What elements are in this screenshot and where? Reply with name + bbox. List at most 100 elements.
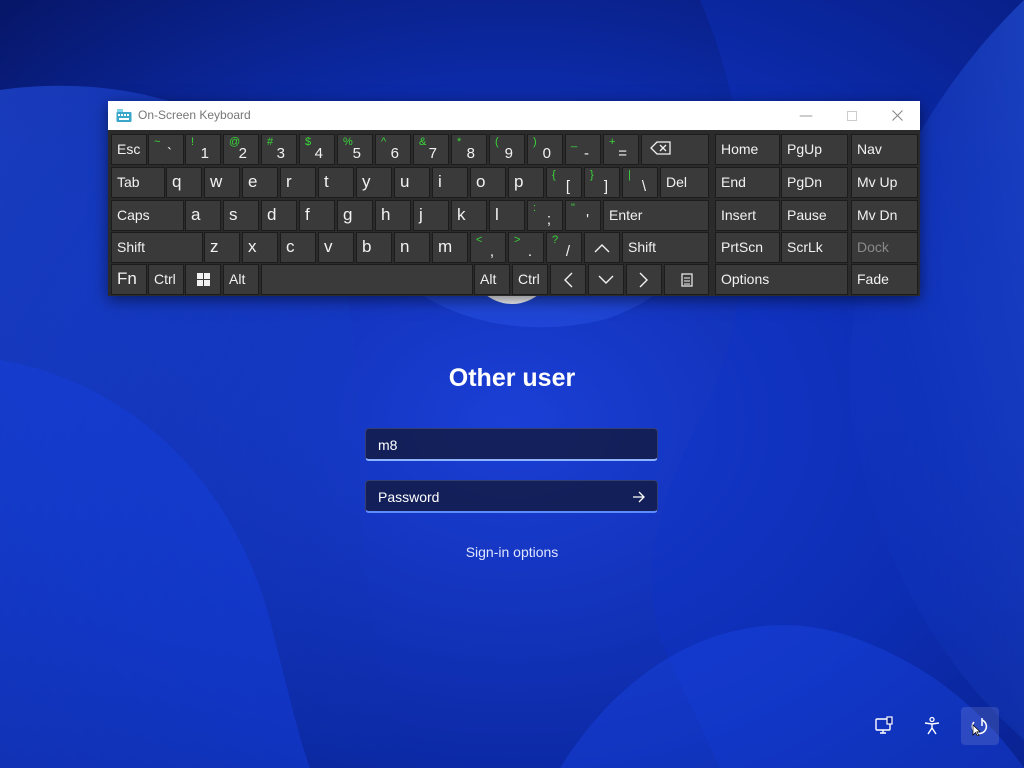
key-f[interactable]: f: [299, 200, 335, 231]
key-windows[interactable]: [185, 264, 221, 295]
key-slash[interactable]: ? /: [546, 232, 582, 263]
key-shift-symbol: ?: [552, 234, 559, 246]
key-o[interactable]: o: [470, 167, 506, 198]
key-6[interactable]: ^ 6: [375, 134, 411, 165]
key-8[interactable]: * 8: [451, 134, 487, 165]
key-z[interactable]: z: [204, 232, 240, 263]
key-arrow-up[interactable]: [584, 232, 620, 263]
key-arrow-left[interactable]: [550, 264, 586, 295]
accessibility-icon[interactable]: [913, 707, 951, 745]
network-icon[interactable]: [865, 707, 903, 745]
maximize-button[interactable]: [829, 101, 875, 130]
key-mvup[interactable]: Mv Up: [851, 167, 918, 198]
key-c[interactable]: c: [280, 232, 316, 263]
key-del[interactable]: Del: [660, 167, 709, 198]
key-end[interactable]: End: [715, 167, 780, 198]
minimize-button[interactable]: —: [783, 101, 829, 130]
key-label: Del: [666, 174, 688, 190]
key-prtscn[interactable]: PrtScn: [715, 232, 780, 263]
key-shift-symbol: <: [476, 234, 483, 246]
signin-options-link[interactable]: Sign-in options: [0, 544, 1024, 560]
password-field[interactable]: Password: [365, 480, 658, 513]
key-e[interactable]: e: [242, 167, 278, 198]
key-7[interactable]: & 7: [413, 134, 449, 165]
close-button[interactable]: [874, 101, 920, 130]
power-icon[interactable]: [961, 707, 999, 745]
key-backslash[interactable]: | \: [622, 167, 658, 198]
key-options[interactable]: Options: [715, 264, 848, 295]
key-x[interactable]: x: [242, 232, 278, 263]
key-pgup[interactable]: PgUp: [781, 134, 848, 165]
key-9[interactable]: (9: [489, 134, 525, 165]
key-t[interactable]: t: [318, 167, 354, 198]
key-rbracket[interactable]: }]: [584, 167, 620, 198]
key-shift-left[interactable]: Shift: [111, 232, 203, 263]
key-label: y: [362, 172, 371, 191]
context-menu-icon: [665, 265, 708, 294]
key-l[interactable]: l: [489, 200, 525, 231]
key-0[interactable]: ) 0: [527, 134, 563, 165]
key-2[interactable]: @2: [223, 134, 259, 165]
key-fn[interactable]: Fn: [111, 264, 147, 295]
key-label: PrtScn: [721, 239, 764, 255]
key-b[interactable]: b: [356, 232, 392, 263]
key-scrlk[interactable]: ScrLk: [781, 232, 848, 263]
key-fade[interactable]: Fade: [851, 264, 918, 295]
key-alt-left[interactable]: Alt: [223, 264, 259, 295]
key-i[interactable]: i: [432, 167, 468, 198]
key-caps[interactable]: Caps: [111, 200, 184, 231]
key-d[interactable]: d: [261, 200, 297, 231]
key-context-menu[interactable]: [664, 264, 709, 295]
key-semicolon[interactable]: :;: [527, 200, 563, 231]
key-3[interactable]: #3: [261, 134, 297, 165]
key-period[interactable]: >.: [508, 232, 544, 263]
key-insert[interactable]: Insert: [715, 200, 780, 231]
key-minus[interactable]: _ -: [565, 134, 601, 165]
key-y[interactable]: y: [356, 167, 392, 198]
key-pause[interactable]: Pause: [781, 200, 848, 231]
key-alt-right[interactable]: Alt: [474, 264, 510, 295]
key-label: r: [286, 172, 292, 191]
key-label: l: [495, 205, 499, 224]
key-equals[interactable]: + =: [603, 134, 639, 165]
key-backspace[interactable]: [641, 134, 709, 165]
key-quote[interactable]: " ': [565, 200, 601, 231]
key-w[interactable]: w: [204, 167, 240, 198]
key-1[interactable]: ! 1: [185, 134, 221, 165]
key-backtick[interactable]: ~ `: [148, 134, 184, 165]
key-esc[interactable]: Esc: [111, 134, 147, 165]
key-4[interactable]: $4: [299, 134, 335, 165]
key-comma[interactable]: <,: [470, 232, 506, 263]
key-q[interactable]: q: [166, 167, 202, 198]
key-arrow-right[interactable]: [626, 264, 662, 295]
key-arrow-down[interactable]: [588, 264, 624, 295]
key-home[interactable]: Home: [715, 134, 780, 165]
key-n[interactable]: n: [394, 232, 430, 263]
key-j[interactable]: j: [413, 200, 449, 231]
submit-arrow-icon[interactable]: [629, 487, 649, 507]
key-lbracket[interactable]: {[: [546, 167, 582, 198]
username-field[interactable]: m8: [365, 428, 658, 461]
key-g[interactable]: g: [337, 200, 373, 231]
key-5[interactable]: % 5: [337, 134, 373, 165]
key-nav[interactable]: Nav: [851, 134, 918, 165]
key-ctrl-right[interactable]: Ctrl: [512, 264, 548, 295]
osk-titlebar[interactable]: On-Screen Keyboard —: [108, 101, 920, 130]
key-tab[interactable]: Tab: [111, 167, 165, 198]
key-v[interactable]: v: [318, 232, 354, 263]
key-ctrl-left[interactable]: Ctrl: [148, 264, 184, 295]
key-space[interactable]: [261, 264, 473, 295]
key-s[interactable]: s: [223, 200, 259, 231]
key-h[interactable]: h: [375, 200, 411, 231]
key-k[interactable]: k: [451, 200, 487, 231]
on-screen-keyboard-window[interactable]: On-Screen Keyboard — Esc ~ ` ! 1 @2 #3 $4 …: [108, 101, 920, 296]
key-pgdn[interactable]: PgDn: [781, 167, 848, 198]
key-r[interactable]: r: [280, 167, 316, 198]
key-p[interactable]: p: [508, 167, 544, 198]
key-u[interactable]: u: [394, 167, 430, 198]
key-m[interactable]: m: [432, 232, 468, 263]
key-enter[interactable]: Enter: [603, 200, 709, 231]
key-shift-right[interactable]: Shift: [622, 232, 709, 263]
key-mvdn[interactable]: Mv Dn: [851, 200, 918, 231]
key-a[interactable]: a: [185, 200, 221, 231]
